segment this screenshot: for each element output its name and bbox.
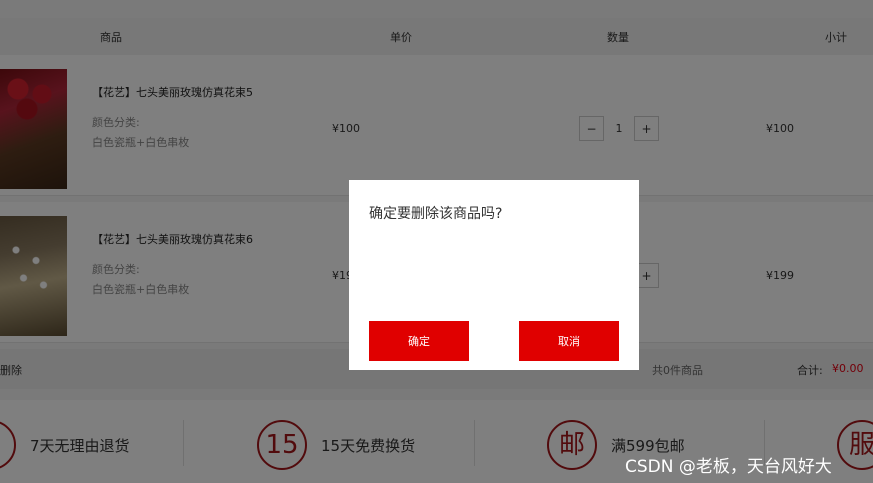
cancel-button[interactable]: 取消: [519, 321, 619, 361]
cart-page: 商品 单价 数量 小计 【花艺】七头美丽玫瑰仿真花束5 颜色分类: 白色瓷瓶+白…: [0, 0, 873, 483]
watermark-text: CSDN @老板，天台风好大: [625, 457, 832, 477]
dialog-message: 确定要删除该商品吗?: [369, 206, 503, 222]
confirm-button[interactable]: 确定: [369, 321, 469, 361]
confirm-delete-dialog: 确定要删除该商品吗? 确定 取消: [349, 180, 639, 370]
